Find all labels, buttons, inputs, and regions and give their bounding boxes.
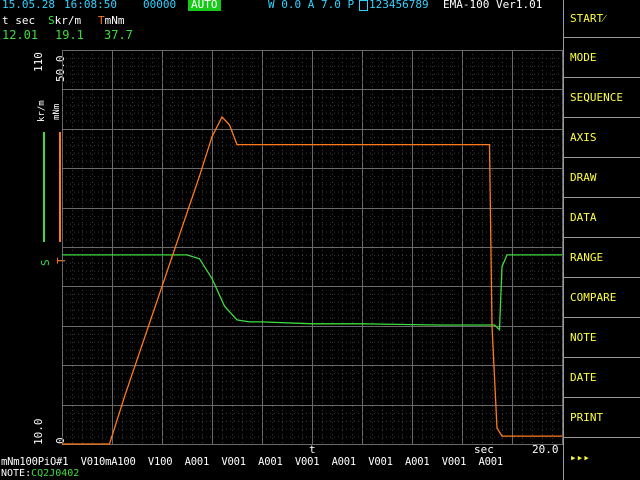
- data-point-t: [211, 136, 213, 138]
- data-point-s: [248, 321, 251, 323]
- axis-s-max: 110: [32, 52, 45, 72]
- next-page-button[interactable]: ▸▸▸: [564, 438, 640, 478]
- x-unit: sec: [474, 443, 494, 456]
- readout-s-label: Skr/m: [48, 14, 81, 27]
- sidebar-menu: START⁄ MODE SEQUENCE AXIS DRAW DATA RANG…: [563, 0, 640, 480]
- note-label: NOTE:: [1, 468, 32, 479]
- compare-button[interactable]: COMPARE: [564, 278, 640, 318]
- print-button[interactable]: PRINT: [564, 398, 640, 438]
- data-point-t: [198, 175, 201, 177]
- header-date: 15.05.28: [2, 0, 55, 11]
- plot-area[interactable]: [61, 50, 564, 445]
- axis-t-unit: mNm: [52, 103, 62, 120]
- sequence-button[interactable]: SEQUENCE: [564, 78, 640, 118]
- data-point-s: [493, 324, 496, 326]
- data-point-s: [186, 254, 188, 256]
- data-point-t: [501, 435, 503, 437]
- auto-badge: AUTO: [188, 0, 221, 11]
- readout-t-chan-label: TmNm: [98, 14, 125, 27]
- data-point-t: [491, 325, 493, 327]
- chart-svg: [61, 50, 564, 445]
- header-model: EMA-100 Ver1.01: [443, 0, 543, 11]
- data-point-s: [236, 319, 238, 321]
- x-label: t: [309, 443, 316, 456]
- readout-s-value: 19.1: [55, 28, 84, 42]
- data-button[interactable]: DATA: [564, 198, 640, 238]
- header-time: 16:08:50: [64, 0, 117, 11]
- data-point-s: [136, 254, 138, 256]
- t-range-bar: [59, 132, 61, 242]
- x-max: 20.0: [532, 443, 559, 456]
- data-point-s: [498, 329, 501, 331]
- data-point-s: [176, 254, 178, 256]
- data-point-t: [221, 116, 223, 118]
- data-point-s: [501, 266, 503, 268]
- s-suffix: kr/m: [54, 14, 82, 27]
- data-point-t: [123, 396, 126, 398]
- data-point-s: [261, 321, 263, 323]
- data-point-s: [311, 323, 313, 325]
- header-serial: 123456789: [369, 0, 429, 11]
- s-range-bar: [43, 132, 45, 242]
- range-button[interactable]: RANGE: [564, 238, 640, 278]
- footer-note: NOTE:CQ2J0402: [1, 468, 79, 479]
- start-button[interactable]: START⁄: [564, 0, 640, 38]
- readout-t-label: t sec: [2, 14, 36, 27]
- data-point-t: [436, 144, 438, 146]
- data-point-t: [108, 443, 111, 445]
- readout-tq-value: 37.7: [104, 28, 133, 42]
- data-point-s: [436, 324, 438, 326]
- s-prefix: S: [48, 14, 55, 27]
- data-point-s: [198, 258, 201, 260]
- id-card-icon: [359, 0, 368, 11]
- data-point-t: [286, 144, 288, 146]
- axis-button[interactable]: AXIS: [564, 118, 640, 158]
- date-button[interactable]: DATE: [564, 358, 640, 398]
- header-mode-status: W 0.0 A 7.0 P: [268, 0, 355, 11]
- data-point-s: [223, 305, 226, 307]
- data-point-s: [98, 254, 101, 256]
- readout-t-value: 12.01: [2, 28, 39, 42]
- note-button[interactable]: NOTE: [564, 318, 640, 358]
- data-point-t: [161, 285, 163, 287]
- header-counter: 00000: [143, 0, 177, 11]
- footer-config-line: mNm100PiO#1 V010mA100 V100 A001 V001 A00…: [1, 456, 503, 468]
- data-point-t: [228, 124, 231, 126]
- t-prefix: T: [98, 14, 105, 27]
- t-suffix: mNm: [104, 14, 125, 27]
- axis-s-marker: S: [39, 259, 52, 266]
- data-point-t: [236, 144, 238, 146]
- axis-s-unit: kr/m: [37, 100, 47, 122]
- data-point-t: [361, 144, 363, 146]
- data-point-t: [496, 427, 498, 429]
- data-point-s: [506, 254, 508, 256]
- axis-s-min: 10.0: [32, 418, 45, 446]
- draw-button[interactable]: DRAW: [564, 158, 640, 198]
- data-point-s: [211, 277, 213, 280]
- note-value: CQ2J0402: [31, 468, 80, 479]
- data-point-s: [361, 323, 363, 325]
- mode-button[interactable]: MODE: [564, 38, 640, 78]
- data-point-t: [488, 144, 491, 146]
